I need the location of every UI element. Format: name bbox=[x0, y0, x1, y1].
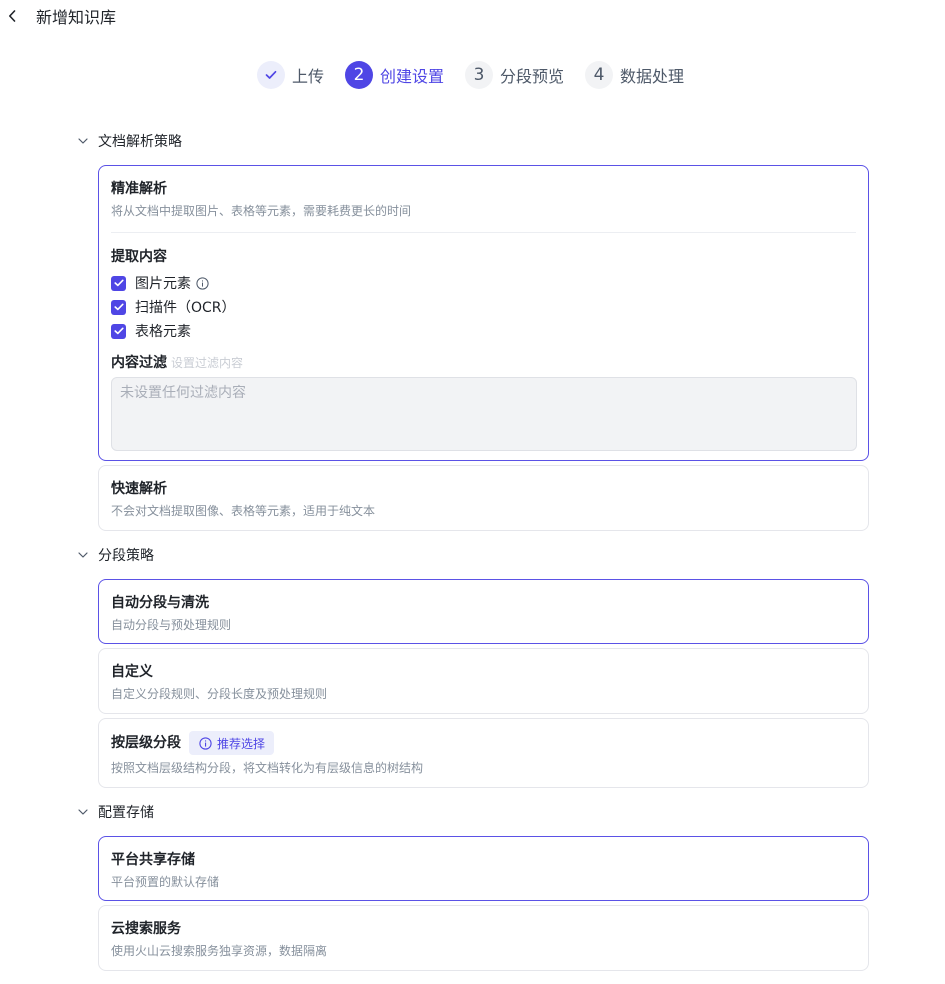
header: 新增知识库 bbox=[0, 0, 945, 36]
checkbox-checked-icon[interactable] bbox=[111, 275, 126, 291]
content-filter-title: 内容过滤 bbox=[111, 355, 167, 371]
chevron-down-icon bbox=[77, 135, 89, 147]
section-title: 配置存储 bbox=[98, 805, 154, 821]
option-card-precise-parse[interactable]: 精准解析 将从文档中提取图片、表格等元素，需要耗费更长的时间 提取内容 图片元素… bbox=[98, 165, 869, 461]
checkbox-label: 图片元素 bbox=[135, 276, 191, 292]
option-card-auto-segment[interactable]: 自动分段与清洗 自动分段与预处理规则 bbox=[98, 579, 869, 644]
card-description: 不会对文档提取图像、表格等元素，适用于纯文本 bbox=[111, 504, 376, 518]
step-number: 2 bbox=[345, 61, 373, 89]
info-icon bbox=[199, 736, 212, 750]
card-title: 精准解析 bbox=[111, 181, 167, 197]
card-description: 自定义分段规则、分段长度及预处理规则 bbox=[111, 687, 328, 701]
badge-label: 推荐选择 bbox=[217, 736, 266, 751]
checkbox-checked-icon[interactable] bbox=[111, 299, 126, 315]
section-header-parse[interactable]: 文档解析策略 bbox=[77, 131, 182, 151]
checkbox-ocr[interactable]: 扫描件（OCR） bbox=[111, 297, 856, 317]
content-filter-input[interactable]: 未设置任何过滤内容 bbox=[111, 377, 857, 451]
info-icon[interactable] bbox=[196, 276, 209, 290]
step-number: 3 bbox=[465, 61, 493, 89]
chevron-down-icon bbox=[77, 549, 89, 561]
stepper: 上传 2 创建设置 3 分段预览 4 数据处理 bbox=[0, 61, 945, 89]
step-upload[interactable]: 上传 bbox=[257, 61, 324, 89]
checkbox-checked-icon[interactable] bbox=[111, 323, 126, 339]
content-filter-header: 内容过滤 设置过滤内容 bbox=[111, 353, 856, 373]
divider bbox=[111, 232, 856, 233]
card-description: 按照文档层级结构分段，将文档转化为有层级信息的树结构 bbox=[111, 761, 424, 775]
option-card-hierarchy-segment[interactable]: 按层级分段 推荐选择 按照文档层级结构分段，将文档转化为有层级信息的树结构 bbox=[98, 718, 869, 788]
card-title-row: 按层级分段 推荐选择 bbox=[111, 731, 856, 755]
option-card-custom-segment[interactable]: 自定义 自定义分段规则、分段长度及预处理规则 bbox=[98, 648, 869, 714]
section-title: 文档解析策略 bbox=[98, 134, 182, 150]
back-button[interactable] bbox=[2, 6, 22, 28]
option-card-platform-storage[interactable]: 平台共享存储 平台预置的默认存储 bbox=[98, 836, 869, 901]
card-description: 将从文档中提取图片、表格等元素，需要耗费更长的时间 bbox=[111, 204, 412, 218]
checkbox-table-elements[interactable]: 表格元素 bbox=[111, 321, 856, 341]
section-header-segment[interactable]: 分段策略 bbox=[77, 545, 154, 565]
card-title: 自定义 bbox=[111, 664, 153, 680]
card-title: 按层级分段 bbox=[111, 735, 181, 751]
checkbox-image-elements[interactable]: 图片元素 bbox=[111, 273, 856, 293]
step-settings[interactable]: 2 创建设置 bbox=[345, 61, 444, 89]
step-done-circle bbox=[257, 61, 285, 89]
option-card-cloud-search[interactable]: 云搜索服务 使用火山云搜索服务独享资源，数据隔离 bbox=[98, 905, 869, 971]
checkbox-label: 表格元素 bbox=[135, 324, 191, 340]
step-label: 上传 bbox=[292, 67, 325, 86]
step-preview[interactable]: 3 分段预览 bbox=[465, 61, 564, 89]
content-filter-hint: 设置过滤内容 bbox=[171, 356, 244, 370]
chevron-down-icon bbox=[77, 806, 89, 818]
checkbox-label: 扫描件（OCR） bbox=[135, 300, 236, 316]
card-title: 云搜索服务 bbox=[111, 921, 181, 937]
recommend-badge: 推荐选择 bbox=[189, 731, 275, 755]
section-title: 分段策略 bbox=[98, 548, 154, 564]
step-label: 数据处理 bbox=[620, 67, 685, 86]
extract-content-title: 提取内容 bbox=[111, 249, 167, 265]
card-title: 快速解析 bbox=[111, 481, 167, 497]
step-label: 创建设置 bbox=[380, 67, 445, 86]
card-title: 平台共享存储 bbox=[111, 852, 195, 868]
section-header-storage[interactable]: 配置存储 bbox=[77, 802, 154, 822]
step-label: 分段预览 bbox=[500, 67, 565, 86]
check-icon bbox=[265, 70, 277, 79]
card-description: 使用火山云搜索服务独享资源，数据隔离 bbox=[111, 944, 328, 958]
card-title: 自动分段与清洗 bbox=[111, 595, 209, 611]
step-processing[interactable]: 4 数据处理 bbox=[585, 61, 684, 89]
option-card-fast-parse[interactable]: 快速解析 不会对文档提取图像、表格等元素，适用于纯文本 bbox=[98, 465, 869, 531]
chevron-left-icon bbox=[9, 10, 16, 22]
step-number: 4 bbox=[585, 61, 613, 89]
page-title: 新增知识库 bbox=[36, 8, 117, 27]
card-description: 平台预置的默认存储 bbox=[111, 875, 220, 889]
card-description: 自动分段与预处理规则 bbox=[111, 618, 232, 632]
